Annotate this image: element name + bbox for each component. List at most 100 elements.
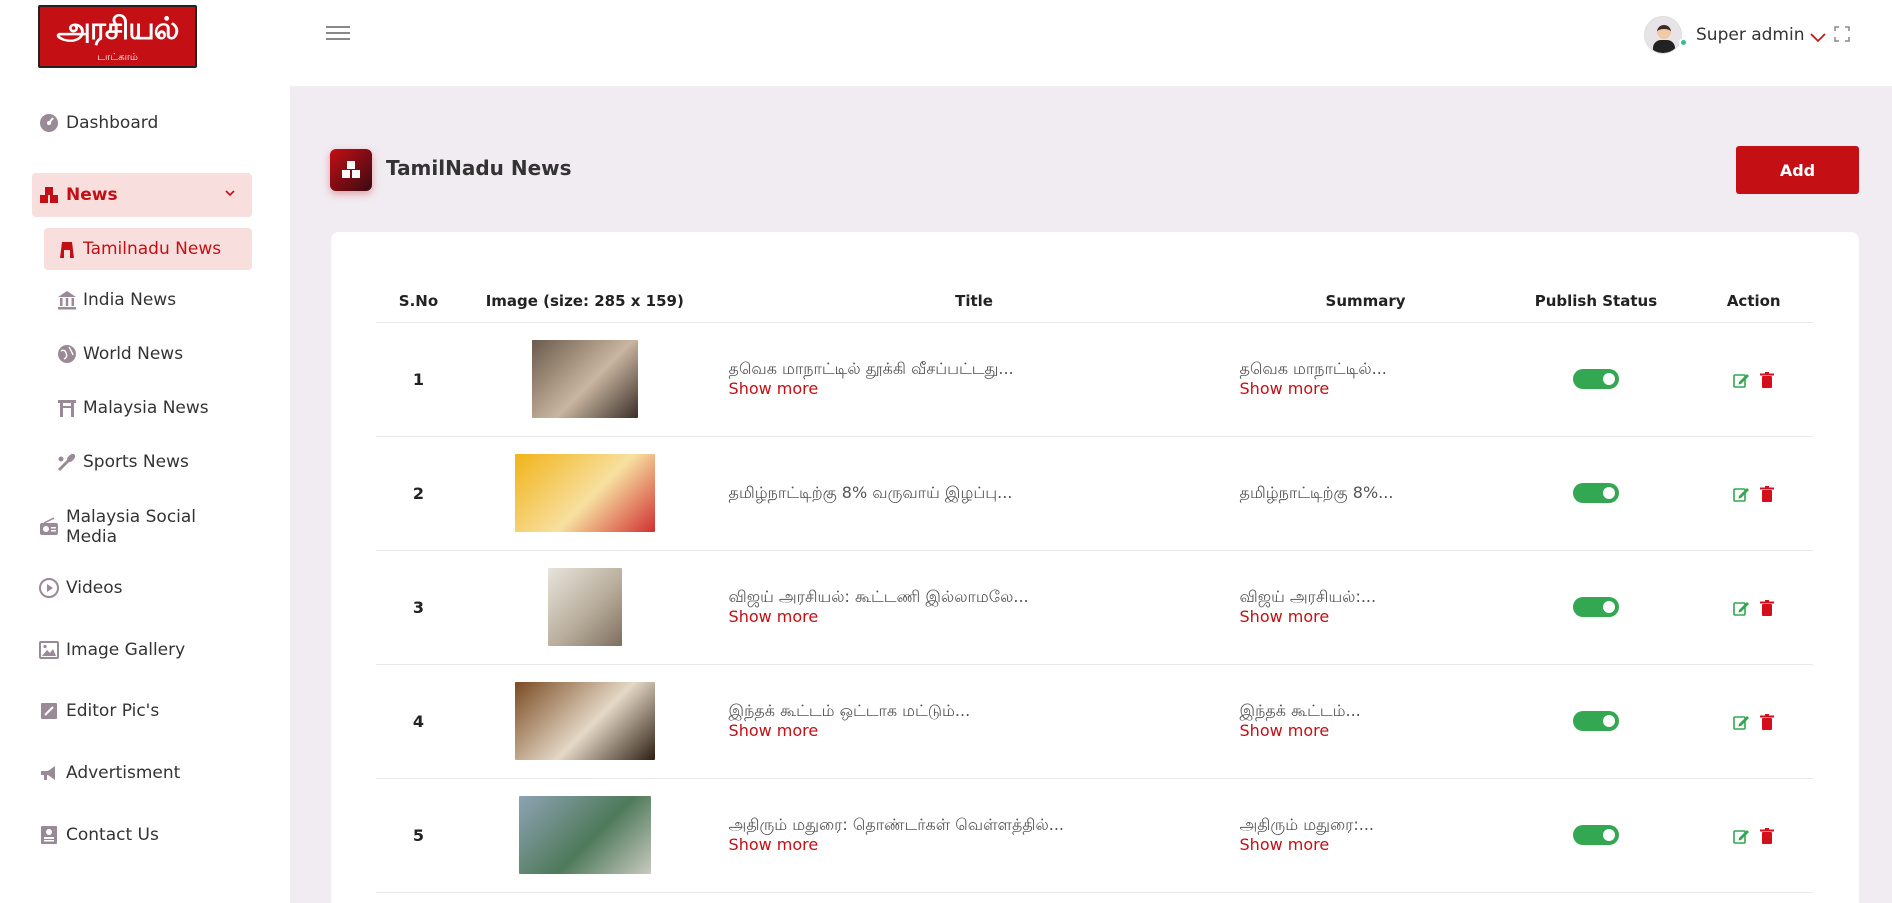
- publish-toggle[interactable]: [1572, 825, 1619, 846]
- add-button[interactable]: Add: [1736, 146, 1859, 194]
- delete-icon[interactable]: [1758, 371, 1776, 389]
- row-thumbnail-cell: [460, 436, 709, 551]
- fullscreen-icon[interactable]: [1834, 26, 1850, 42]
- news-thumbnail[interactable]: [514, 682, 655, 760]
- news-table-card: S.No Image (size: 285 x 159) Title Summa…: [331, 232, 1859, 903]
- news-icon: [342, 161, 360, 178]
- edit-icon[interactable]: [1732, 485, 1750, 503]
- delete-icon[interactable]: [1758, 599, 1776, 617]
- bank-icon: [58, 291, 76, 310]
- user-name[interactable]: Super admin: [1696, 25, 1804, 45]
- image-icon: [39, 641, 59, 659]
- table-row: 3 விஜய் அரசியல்: கூட்டணி இல்லாமலே... Show …: [376, 550, 1813, 665]
- delete-icon[interactable]: [1758, 827, 1776, 845]
- sidebar-item-news[interactable]: News: [32, 173, 252, 217]
- globe-icon: [58, 345, 76, 363]
- sidebar-item-image-gallery[interactable]: Image Gallery: [32, 628, 252, 672]
- publish-toggle[interactable]: [1572, 369, 1619, 390]
- sidebar-item-label: Advertisment: [66, 763, 181, 783]
- column-header-image: Image (size: 285 x 159): [460, 280, 709, 323]
- sidebar-item-label: Editor Pic's: [66, 701, 160, 721]
- top-header: அரசியல் டாட்காம் Super admin: [0, 0, 1892, 86]
- sidebar-subitem-world-news[interactable]: World News: [44, 333, 252, 375]
- publish-toggle[interactable]: [1572, 483, 1619, 504]
- table-header-row: S.No Image (size: 285 x 159) Title Summa…: [376, 280, 1813, 323]
- avatar[interactable]: [1644, 16, 1682, 54]
- contact-card-icon: [41, 826, 57, 844]
- sidebar-item-malaysia-social-media[interactable]: Malaysia Social Media: [32, 505, 252, 549]
- show-more-link[interactable]: Show more: [1240, 607, 1498, 627]
- show-more-link[interactable]: Show more: [729, 607, 1240, 627]
- sidebar-item-advertisment[interactable]: Advertisment: [32, 751, 252, 795]
- publish-toggle[interactable]: [1572, 597, 1619, 618]
- sidebar-subitem-india-news[interactable]: India News: [44, 279, 252, 321]
- edit-icon[interactable]: [1732, 713, 1750, 731]
- show-more-link[interactable]: Show more: [729, 721, 1240, 741]
- row-action-cell: [1694, 664, 1813, 779]
- logo-subtext: டாட்காம்: [97, 52, 138, 63]
- sidebar-subitem-label: Sports News: [83, 452, 189, 472]
- column-header-publish-status: Publish Status: [1497, 280, 1695, 323]
- column-header-sno: S.No: [376, 280, 461, 323]
- show-more-link[interactable]: Show more: [1240, 835, 1498, 855]
- news-table: S.No Image (size: 285 x 159) Title Summa…: [376, 280, 1813, 893]
- menu-toggle-icon[interactable]: [326, 26, 350, 44]
- row-action-cell: [1694, 322, 1813, 437]
- row-summary: இந்தக் கூட்டம்...: [1239, 701, 1361, 720]
- sidebar-item-dashboard[interactable]: Dashboard: [32, 101, 252, 145]
- show-more-link[interactable]: Show more: [729, 379, 1240, 399]
- column-header-title: Title: [708, 280, 1240, 323]
- edit-note-icon: [41, 703, 57, 719]
- sidebar-item-videos[interactable]: Videos: [32, 566, 252, 610]
- sidebar-item-label: Image Gallery: [66, 640, 186, 660]
- logo-text: அரசியல்: [56, 11, 179, 47]
- row-sno: 4: [376, 664, 461, 779]
- edit-icon[interactable]: [1732, 827, 1750, 845]
- megaphone-icon: [41, 766, 55, 780]
- sidebar-item-label: News: [66, 185, 118, 205]
- row-title-cell: தமிழ்நாட்டிற்கு 8% வருவாய் இழப்பு...: [708, 436, 1240, 551]
- row-summary-cell: தவெக மாநாட்டில்... Show more: [1239, 322, 1498, 437]
- news-thumbnail[interactable]: [514, 454, 655, 532]
- radio-icon: [39, 517, 58, 535]
- table-row: 4 இந்தக் கூட்டம் ஒட்டாக மட்டும்... Show mo…: [376, 664, 1813, 779]
- row-title-cell: அதிரும் மதுரை: தொண்டர்கள் வெள்ளத்தில்...…: [708, 778, 1240, 893]
- sidebar-subitem-malaysia-news[interactable]: Malaysia News: [44, 387, 252, 429]
- sidebar-subitem-tamilnadu-news[interactable]: Tamilnadu News: [44, 228, 252, 270]
- news-thumbnail[interactable]: [531, 340, 638, 418]
- edit-icon[interactable]: [1732, 599, 1750, 617]
- row-sno: 5: [376, 778, 461, 893]
- sidebar-item-editor-pics[interactable]: Editor Pic's: [32, 689, 252, 733]
- delete-icon[interactable]: [1758, 485, 1776, 503]
- row-summary-cell: தமிழ்நாட்டிற்கு 8%...: [1239, 436, 1498, 551]
- row-summary-cell: அதிரும் மதுரை:... Show more: [1239, 778, 1498, 893]
- row-summary: தவெக மாநாட்டில்...: [1239, 359, 1387, 378]
- sidebar-item-contact-us[interactable]: Contact Us: [32, 813, 252, 857]
- row-title-cell: தவெக மாநாட்டில் தூக்கி வீசப்பட்டது... Sho…: [708, 322, 1240, 437]
- row-sno: 1: [376, 322, 461, 437]
- user-menu[interactable]: Super admin: [1644, 16, 1827, 54]
- chevron-down-icon[interactable]: [224, 187, 236, 199]
- edit-icon[interactable]: [1732, 371, 1750, 389]
- show-more-link[interactable]: Show more: [1240, 379, 1498, 399]
- row-thumbnail-cell: [460, 550, 709, 665]
- publish-toggle[interactable]: [1572, 711, 1619, 732]
- table-row: 2 தமிழ்நாட்டிற்கு 8% வருவாய் இழப்பு... தமி…: [376, 436, 1813, 551]
- row-sno: 3: [376, 550, 461, 665]
- row-action-cell: [1694, 436, 1813, 551]
- chevron-down-icon[interactable]: [1810, 29, 1827, 45]
- show-more-link[interactable]: Show more: [729, 835, 1240, 855]
- sports-icon: [57, 453, 76, 472]
- news-thumbnail[interactable]: [547, 568, 622, 646]
- news-icon: [40, 187, 58, 203]
- sidebar-subitem-sports-news[interactable]: Sports News: [44, 441, 252, 483]
- show-more-link[interactable]: Show more: [1240, 721, 1498, 741]
- row-status-cell: [1497, 778, 1695, 893]
- sidebar-subitem-label: Malaysia News: [83, 398, 209, 418]
- delete-icon[interactable]: [1758, 713, 1776, 731]
- sidebar: Dashboard News Tamilnadu News India News…: [0, 86, 290, 903]
- column-header-summary: Summary: [1239, 280, 1498, 323]
- page-icon: [330, 149, 372, 191]
- site-logo[interactable]: அரசியல் டாட்காம்: [38, 5, 197, 68]
- news-thumbnail[interactable]: [518, 796, 651, 874]
